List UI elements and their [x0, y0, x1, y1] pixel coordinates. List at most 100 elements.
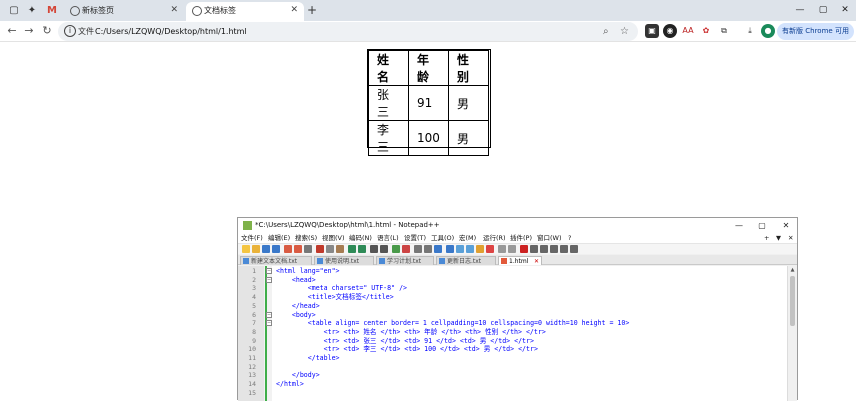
menu-help[interactable]: ?: [568, 233, 571, 243]
npp-editor[interactable]: 1 2 3 4 5 6 7 8 9 10 11 12 13 14 15 − − …: [238, 266, 797, 401]
menu-plugins[interactable]: 插件(P): [510, 233, 532, 243]
line-number: 15: [248, 388, 256, 397]
profile-avatar[interactable]: ●: [761, 24, 775, 38]
url-text[interactable]: C:/Users/LZQWQ/Desktop/html/1.html: [95, 22, 247, 41]
file-tab[interactable]: 更新日志.txt: [436, 256, 496, 265]
paste-icon[interactable]: [336, 245, 344, 253]
code-line: <tr> <td> 张三 </td> <td> 91 </td> <td> 男 …: [276, 337, 534, 346]
cut-icon[interactable]: [316, 245, 324, 253]
site-info-icon[interactable]: i: [64, 25, 76, 37]
table-outer-border: [367, 49, 491, 148]
record-icon[interactable]: [520, 245, 528, 253]
fold-toggle-icon[interactable]: −: [266, 311, 272, 318]
npp-title-bar[interactable]: *C:\Users\LZQWQ\Desktop\html\1.html - No…: [238, 218, 797, 233]
playback-icon[interactable]: [540, 245, 548, 253]
npp-add-icon[interactable]: +: [764, 233, 769, 243]
doc-map-icon[interactable]: [456, 245, 464, 253]
indent-guide-icon[interactable]: [446, 245, 454, 253]
copy-icon[interactable]: [326, 245, 334, 253]
reload-icon[interactable]: ↻: [39, 23, 55, 39]
download-icon[interactable]: ⤓: [743, 24, 757, 38]
code-line: <meta charset=" UTF-8" />: [276, 284, 407, 293]
function-list-icon[interactable]: [466, 245, 474, 253]
replace-icon[interactable]: [380, 245, 388, 253]
vertical-scrollbar[interactable]: ▲: [787, 266, 797, 401]
back-arrow-icon[interactable]: ←: [4, 23, 20, 39]
gmail-icon[interactable]: M: [44, 3, 60, 19]
close-window-button[interactable]: ✕: [835, 2, 855, 18]
zoom-search-icon[interactable]: ⌕: [603, 24, 609, 39]
tab-close-icon[interactable]: ✕: [290, 2, 298, 19]
menu-macro[interactable]: 宏(M): [459, 233, 476, 243]
new-tab-button[interactable]: +: [307, 2, 317, 18]
zoom-out-icon[interactable]: [402, 245, 410, 253]
tab-search-icon[interactable]: ▢: [6, 3, 22, 19]
tab-close-icon[interactable]: ✕: [534, 257, 539, 266]
menu-tools[interactable]: 工具(O): [431, 233, 454, 243]
minimize-button[interactable]: —: [790, 2, 810, 18]
npp-dropdown-icon[interactable]: ▼: [776, 233, 781, 243]
menu-language[interactable]: 语言(L): [377, 233, 399, 243]
scroll-up-arrow-icon[interactable]: ▲: [788, 266, 797, 275]
menu-window[interactable]: 窗口(W): [537, 233, 562, 243]
show-all-chars-icon[interactable]: [434, 245, 442, 253]
save-macro-icon[interactable]: [560, 245, 568, 253]
save-all-icon[interactable]: [272, 245, 280, 253]
extension-icon[interactable]: ✿: [699, 24, 713, 38]
monitoring-icon[interactable]: [486, 245, 494, 253]
open-file-icon[interactable]: [252, 245, 260, 253]
macro-record-icon[interactable]: [498, 245, 506, 253]
menu-view[interactable]: 视图(V): [322, 233, 345, 243]
tab-new-tab[interactable]: 新标签页 ✕: [64, 2, 184, 21]
update-chrome-button[interactable]: 有新版 Chrome 可用: [777, 23, 854, 40]
file-tab-active[interactable]: 1.html ✕: [498, 256, 542, 265]
bookmark-star-icon[interactable]: ☆: [620, 24, 629, 39]
fold-toggle-icon[interactable]: −: [266, 268, 272, 274]
npp-close-doc-icon[interactable]: ✕: [788, 233, 793, 243]
code-text: <title>文档标签</title>: [276, 293, 394, 302]
stop-icon[interactable]: [530, 245, 538, 253]
spell-check-icon[interactable]: [570, 245, 578, 253]
file-tab[interactable]: 学习计划.txt: [376, 256, 434, 265]
extension-icon[interactable]: ◉: [663, 24, 677, 38]
line-number: 1: [252, 267, 256, 275]
close-file-icon[interactable]: [284, 245, 292, 253]
menu-search[interactable]: 搜索(S): [295, 233, 317, 243]
accessibility-icon[interactable]: ✦: [24, 3, 40, 19]
redo-icon[interactable]: [358, 245, 366, 253]
menu-run[interactable]: 运行(R): [483, 233, 506, 243]
file-icon: [317, 258, 323, 264]
word-wrap-icon[interactable]: [424, 245, 432, 253]
extension-icon[interactable]: ▣: [645, 24, 659, 38]
zoom-in-icon[interactable]: [392, 245, 400, 253]
print-icon[interactable]: [304, 245, 312, 253]
new-file-icon[interactable]: [242, 245, 250, 253]
file-tab[interactable]: 使用说明.txt: [314, 256, 374, 265]
tab-document[interactable]: 文档标签 ✕: [186, 2, 304, 21]
sync-scroll-icon[interactable]: [414, 245, 422, 253]
tab-close-icon[interactable]: ✕: [170, 2, 178, 19]
menu-settings[interactable]: 设置(T): [404, 233, 426, 243]
address-bar[interactable]: i 文件 C:/Users/LZQWQ/Desktop/html/1.html …: [58, 22, 638, 41]
fold-toggle-icon[interactable]: −: [266, 320, 272, 327]
puzzle-extensions-icon[interactable]: ⧉: [717, 24, 731, 38]
extension-icon[interactable]: AA: [681, 24, 695, 38]
npp-maximize-button[interactable]: ▢: [752, 218, 772, 233]
fold-toggle-icon[interactable]: −: [266, 276, 272, 283]
save-icon[interactable]: [262, 245, 270, 253]
folder-workspace-icon[interactable]: [476, 245, 484, 253]
run-multiple-icon[interactable]: [550, 245, 558, 253]
file-tab[interactable]: 新建文本文档.txt: [240, 256, 312, 265]
npp-minimize-button[interactable]: —: [729, 218, 749, 233]
npp-close-button[interactable]: ✕: [776, 218, 796, 233]
macro-stop-icon[interactable]: [508, 245, 516, 253]
menu-edit[interactable]: 编辑(E): [268, 233, 290, 243]
scrollbar-thumb[interactable]: [790, 276, 795, 326]
menu-file[interactable]: 文件(F): [241, 233, 263, 243]
menu-encoding[interactable]: 编码(N): [349, 233, 372, 243]
close-all-icon[interactable]: [294, 245, 302, 253]
forward-arrow-icon[interactable]: →: [21, 23, 37, 39]
find-icon[interactable]: [370, 245, 378, 253]
undo-icon[interactable]: [348, 245, 356, 253]
maximize-button[interactable]: ▢: [813, 2, 833, 18]
